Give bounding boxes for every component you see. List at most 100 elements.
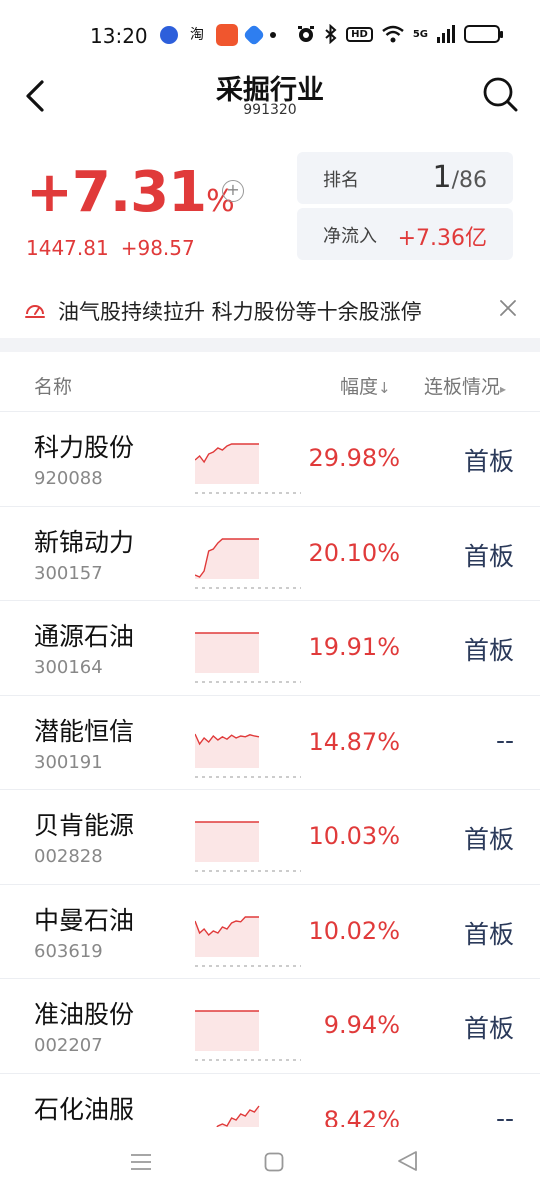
sector-summary: +7.31% + 1447.81 +98.57 排名 1/86 净流入 +7.3… [0, 140, 540, 270]
rank-box[interactable]: 排名 1/86 [297, 152, 513, 204]
rank-total: /86 [451, 168, 487, 193]
stock-name: 新锦动力 [34, 527, 135, 557]
change-percent: +7.31% [26, 160, 235, 225]
table-row[interactable]: 科力股份 920088 29.98% 首板 [0, 412, 540, 507]
column-limit[interactable]: 连板情况▸ [424, 372, 506, 399]
stock-change: 14.87% [308, 727, 400, 756]
table-header: 名称 幅度↓ 连板情况▸ [0, 352, 540, 412]
table-row[interactable]: 新锦动力 300157 20.10% 首板 [0, 507, 540, 601]
stock-code: 920088 [34, 468, 103, 489]
notification-icons: 淘 [160, 23, 276, 47]
stock-limit-status: 首板 [463, 1014, 514, 1043]
stock-limit-status: -- [495, 725, 514, 755]
more-notifications-icon [270, 32, 276, 38]
flow-label: 净流入 [323, 226, 377, 247]
stock-change: 29.98% [308, 444, 400, 472]
stock-code: 603619 [34, 940, 103, 962]
back-triangle-icon[interactable] [396, 1150, 418, 1172]
add-watchlist-button[interactable]: + [222, 180, 244, 202]
stock-name: 石化油服 [34, 1094, 135, 1124]
stock-code: 300164 [34, 657, 103, 678]
intraday-sparkline [195, 1010, 301, 1061]
rank-label: 排名 [323, 170, 359, 191]
table-row[interactable]: 通源石油 300164 19.91% 首板 [0, 601, 540, 696]
stock-limit-status: 首板 [463, 447, 514, 476]
stock-change: 10.03% [308, 822, 400, 850]
home-square-icon[interactable] [264, 1152, 284, 1172]
alarm-icon [298, 26, 315, 42]
hd-badge: HD [346, 26, 373, 42]
table-row[interactable]: 贝肯能源 002828 10.03% 首板 [0, 790, 540, 885]
sparkline-area [195, 916, 259, 957]
sector-code: 991320 [243, 102, 297, 118]
stock-change: 19.91% [308, 633, 400, 661]
sparkline-area [195, 822, 259, 862]
change-points: +98.57 [120, 236, 195, 260]
stock-change: 20.10% [308, 538, 400, 567]
intraday-sparkline [215, 1105, 260, 1127]
stock-name: 潜能恒信 [34, 716, 135, 746]
battery-icon [464, 25, 503, 43]
stock-code: 002207 [34, 1035, 103, 1056]
section-divider [0, 338, 540, 352]
stock-limit-status: -- [495, 1103, 514, 1128]
sparkline-area [195, 444, 259, 484]
news-banner[interactable]: 油气股持续拉升 科力股份等十余股涨停 [0, 282, 540, 338]
baidu-icon [160, 26, 178, 44]
signal-label: 5G [412, 28, 428, 40]
table-row[interactable]: 潜能恒信 300191 14.87% -- [0, 696, 540, 790]
change-value: +7.31 [26, 160, 207, 225]
stock-code: 300157 [34, 562, 103, 584]
table-row[interactable]: 准油股份 002207 9.94% 首板 [0, 979, 540, 1074]
sparkline-area [195, 633, 259, 673]
stock-name: 科力股份 [34, 433, 135, 462]
stock-limit-status: 首板 [463, 541, 514, 571]
stock-name: 通源石油 [34, 622, 135, 651]
bluetooth-icon [325, 24, 337, 44]
sparkline-area [195, 1011, 259, 1051]
gauge-icon [25, 305, 45, 318]
table-row[interactable]: 中曼石油 603619 10.02% 首板 [0, 885, 540, 979]
sparkline-area [195, 538, 259, 579]
search-icon[interactable] [480, 74, 520, 114]
intraday-sparkline [195, 537, 301, 588]
rank-value: 1/86 [433, 160, 488, 195]
header: 采掘行业 991320 [0, 72, 540, 128]
stock-change: 8.42% [323, 1105, 400, 1128]
blue-app-icon [242, 23, 266, 47]
column-change-sort[interactable]: 幅度↓ [340, 372, 391, 399]
system-icons: HD 5G [296, 24, 503, 44]
flow-value: +7.36亿 [397, 226, 487, 251]
intraday-sparkline [195, 632, 301, 683]
intraday-sparkline [195, 821, 301, 872]
status-bar: 13:20 淘 HD 5G [0, 0, 540, 72]
rank-number: 1 [432, 160, 452, 195]
video-app-icon [216, 24, 238, 46]
sort-down-icon: ↓ [378, 379, 391, 397]
intraday-sparkline [195, 915, 301, 966]
wifi-icon [382, 25, 404, 43]
stock-name: 贝肯能源 [34, 811, 135, 840]
table-row[interactable]: 石化油服 600871 8.42% -- [0, 1074, 540, 1128]
news-text: 油气股持续拉升 科力股份等十余股涨停 [58, 300, 422, 324]
signal-icon [437, 25, 455, 43]
column-name: 名称 [34, 376, 73, 398]
index-values: 1447.81 +98.57 [26, 236, 195, 260]
intraday-sparkline [195, 443, 301, 494]
stock-name: 中曼石油 [34, 905, 135, 935]
stock-code: 300191 [34, 751, 103, 773]
sparkline-area [216, 1105, 259, 1127]
close-icon[interactable] [498, 298, 518, 318]
status-time: 13:20 [90, 24, 148, 48]
stock-limit-status: 首板 [463, 825, 514, 854]
menu-icon[interactable] [130, 1152, 152, 1172]
stock-limit-status: 首板 [463, 919, 514, 949]
intraday-sparkline [195, 733, 301, 777]
stock-limit-status: 首板 [463, 636, 514, 665]
stock-change: 9.94% [323, 1011, 400, 1039]
net-inflow-box[interactable]: 净流入 +7.36亿 [297, 208, 513, 260]
column-limit-label: 连板情况 [424, 376, 501, 398]
caret-right-icon: ▸ [500, 382, 507, 396]
taobao-icon: 淘 [190, 27, 204, 43]
column-change-label: 幅度 [340, 376, 379, 398]
